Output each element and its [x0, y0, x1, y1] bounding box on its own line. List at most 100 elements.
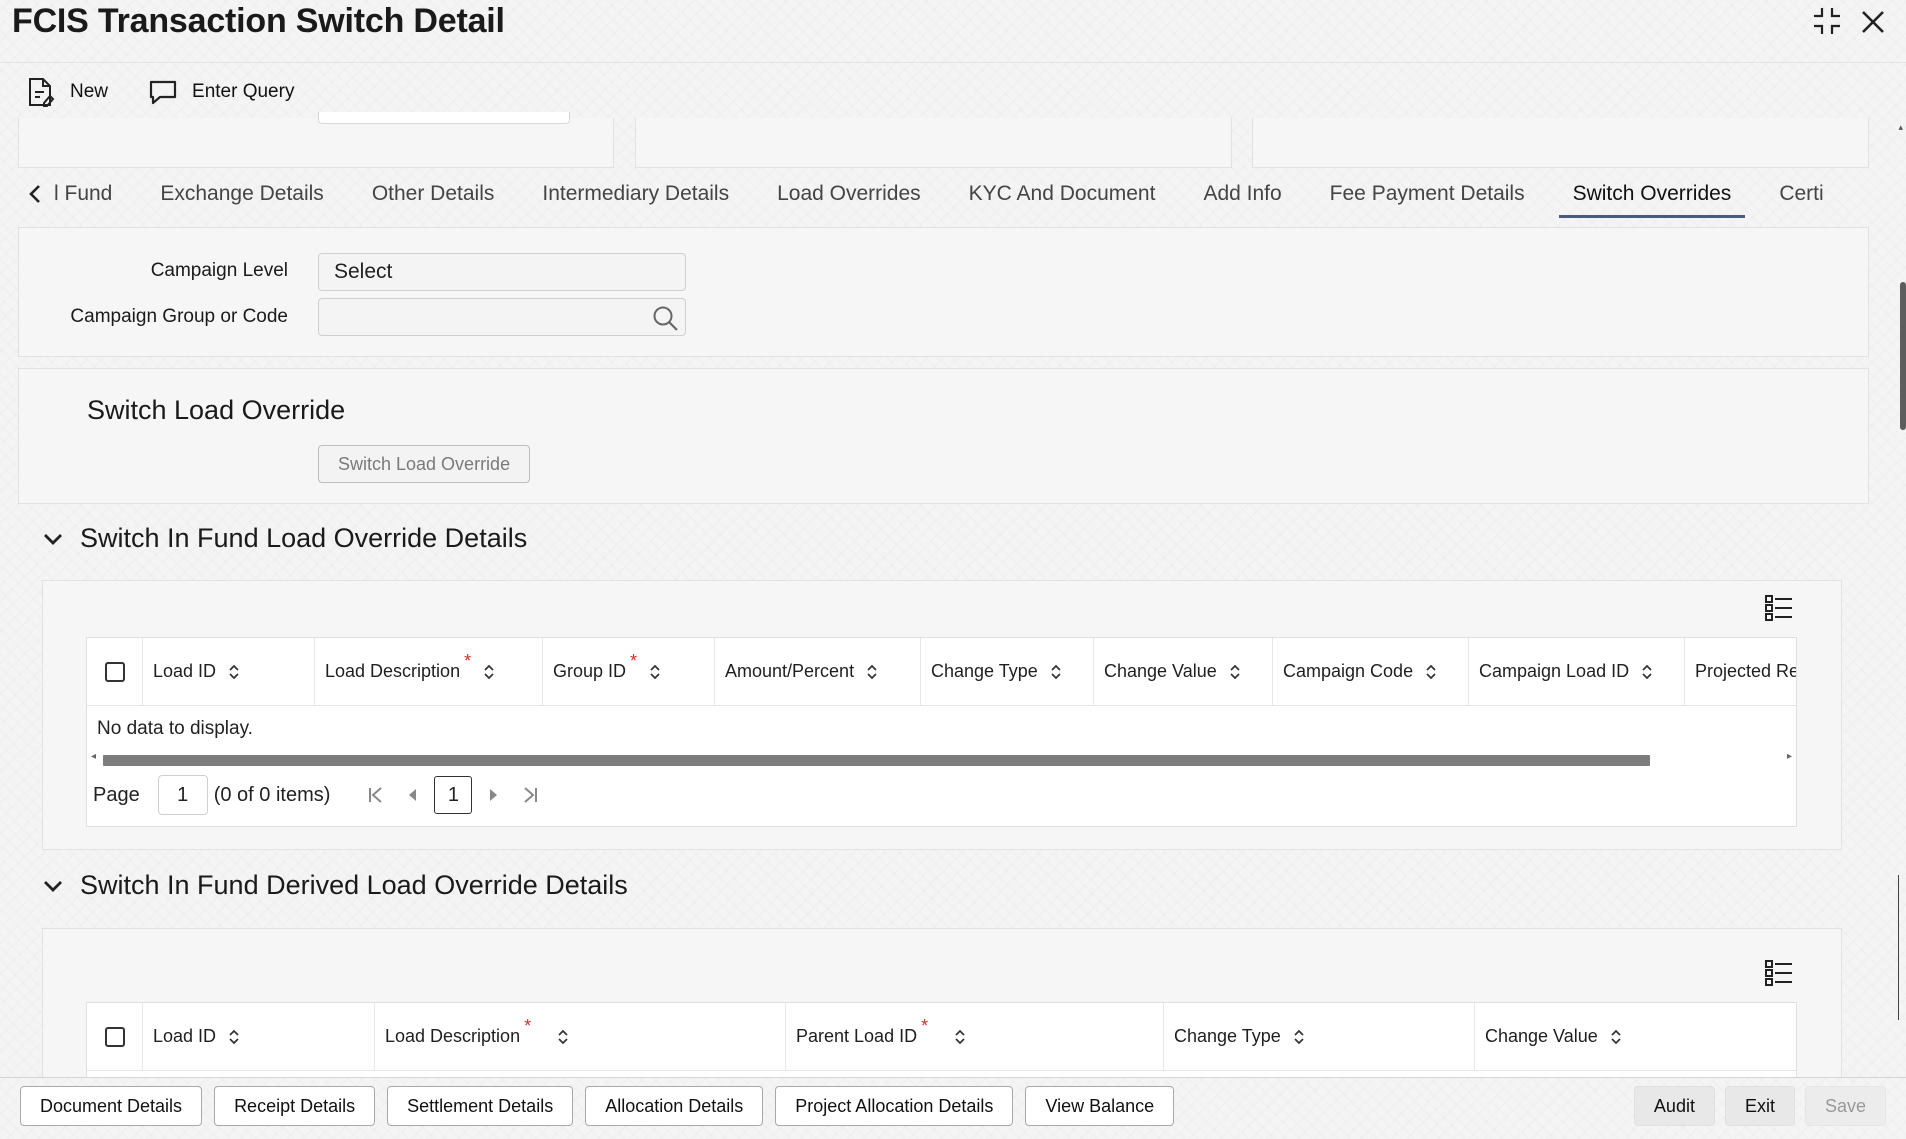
- footer-bar: Document Details Receipt Details Settlem…: [20, 1085, 1886, 1127]
- vertical-scroll-track: [1898, 875, 1899, 1020]
- audit-button[interactable]: Audit: [1633, 1086, 1715, 1126]
- sort-icon: [228, 1028, 240, 1046]
- horizontal-scroll-thumb[interactable]: [103, 755, 1650, 766]
- tab-exchange-details[interactable]: Exchange Details: [136, 170, 347, 218]
- items-count: (0 of 0 items): [213, 783, 331, 806]
- switch-load-override-title: Switch Load Override: [87, 395, 346, 425]
- load-override-table-header: Load ID Load Description * Group ID * Amou…: [87, 638, 1796, 706]
- column-header[interactable]: Change Value: [1475, 1003, 1796, 1070]
- column-header[interactable]: Change Type: [921, 638, 1094, 705]
- column-header[interactable]: Change Value: [1094, 638, 1273, 705]
- load-override-section-title: Switch In Fund Load Override Details: [80, 523, 528, 553]
- view-balance-button[interactable]: View Balance: [1025, 1086, 1175, 1126]
- sort-icon: [1229, 663, 1241, 681]
- scroll-left-icon[interactable]: ◂: [91, 751, 96, 762]
- campaign-group-label: Campaign Group or Code: [70, 306, 288, 327]
- sort-icon: [1293, 1028, 1305, 1046]
- sort-icon: [1641, 663, 1653, 681]
- tab-other-details[interactable]: Other Details: [348, 170, 519, 218]
- select-all-column: [87, 638, 143, 705]
- new-document-icon: [29, 78, 55, 107]
- save-button[interactable]: Save: [1804, 1086, 1886, 1126]
- column-header[interactable]: Load Description *: [375, 1003, 786, 1070]
- toolbar: New Enter Query: [26, 76, 294, 108]
- switch-load-override-button[interactable]: Switch Load Override: [318, 445, 531, 483]
- tab-strip: l Fund Exchange Details Other Details In…: [20, 170, 1876, 218]
- column-header[interactable]: Load ID: [143, 1003, 375, 1070]
- first-page-icon[interactable]: [366, 785, 386, 805]
- derived-section-title: Switch In Fund Derived Load Override Det…: [80, 870, 628, 900]
- column-list-icon[interactable]: [1764, 959, 1794, 987]
- select-all-column: [87, 1003, 143, 1070]
- column-header[interactable]: Campaign Code: [1273, 638, 1469, 705]
- close-icon[interactable]: [1860, 6, 1886, 41]
- column-header[interactable]: Parent Load ID *: [786, 1003, 1164, 1070]
- last-page-icon[interactable]: [520, 785, 540, 805]
- tab-load-overrides[interactable]: Load Overrides: [753, 170, 945, 218]
- load-override-table: Load ID Load Description * Group ID * Amou…: [86, 637, 1797, 827]
- sort-icon: [483, 663, 495, 681]
- derived-table: Load ID Load Description * Parent Load ID…: [86, 1002, 1797, 1077]
- tab-certificate[interactable]: Certi: [1755, 170, 1847, 218]
- derived-table-header: Load ID Load Description * Parent Load ID…: [87, 1003, 1796, 1071]
- page-number-input[interactable]: 1: [157, 775, 208, 815]
- exit-button[interactable]: Exit: [1724, 1086, 1795, 1126]
- column-header[interactable]: Projected Re: [1685, 638, 1796, 705]
- sort-icon: [866, 663, 878, 681]
- restore-icon[interactable]: [1812, 6, 1842, 41]
- campaign-level-value: Select: [334, 260, 393, 283]
- select-all-checkbox[interactable]: [104, 1026, 125, 1047]
- enter-query-button[interactable]: Enter Query: [148, 78, 294, 106]
- allocation-details-button[interactable]: Allocation Details: [585, 1086, 764, 1126]
- load-override-section-header: Switch In Fund Load Override Details: [42, 523, 527, 554]
- new-button[interactable]: New: [26, 76, 108, 108]
- next-page-icon[interactable]: [488, 787, 500, 803]
- required-indicator: *: [524, 1016, 532, 1036]
- campaign-level-label: Campaign Level: [150, 260, 288, 281]
- tab-fund[interactable]: l Fund: [50, 170, 136, 218]
- column-header[interactable]: Group ID *: [543, 638, 715, 705]
- chevron-down-icon[interactable]: [42, 531, 64, 547]
- project-allocation-details-button[interactable]: Project Allocation Details: [775, 1086, 1014, 1126]
- required-indicator: *: [921, 1016, 929, 1036]
- column-header[interactable]: Amount/Percent: [715, 638, 921, 705]
- search-icon[interactable]: [651, 304, 679, 332]
- campaign-level-select[interactable]: Select: [318, 253, 686, 291]
- footer-divider: [0, 1077, 1906, 1078]
- tab-fee-payment-details[interactable]: Fee Payment Details: [1306, 170, 1549, 218]
- horizontal-scrollbar[interactable]: ◂ ▸: [87, 751, 1796, 766]
- current-page-button[interactable]: 1: [434, 776, 473, 814]
- receipt-details-button[interactable]: Receipt Details: [214, 1086, 376, 1126]
- column-header[interactable]: Load Description *: [315, 638, 543, 705]
- settlement-details-button[interactable]: Settlement Details: [387, 1086, 574, 1126]
- campaign-group-input[interactable]: [318, 298, 686, 336]
- previous-page-icon[interactable]: [406, 787, 418, 803]
- required-indicator: *: [630, 651, 638, 671]
- campaign-panel: [18, 227, 1869, 357]
- column-header[interactable]: Change Type: [1164, 1003, 1475, 1070]
- page-label: Page: [93, 783, 140, 806]
- scroll-right-icon[interactable]: ▸: [1787, 751, 1792, 762]
- select-all-checkbox[interactable]: [104, 661, 125, 682]
- header-panel-right: [1252, 118, 1869, 168]
- tab-switch-overrides[interactable]: Switch Overrides: [1549, 170, 1756, 218]
- vertical-scroll-thumb[interactable]: [1900, 282, 1906, 430]
- tab-intermediary-details[interactable]: Intermediary Details: [518, 170, 753, 218]
- chat-query-icon: [149, 80, 177, 105]
- no-data-message: No data to display.: [97, 718, 253, 739]
- column-list-icon[interactable]: [1764, 594, 1794, 622]
- column-header[interactable]: Load ID: [143, 638, 315, 705]
- header-field-remnant: [318, 112, 570, 124]
- tab-add-info[interactable]: Add Info: [1179, 170, 1305, 218]
- scroll-up-icon[interactable]: ▴: [1898, 122, 1903, 133]
- tab-kyc-and-document[interactable]: KYC And Document: [945, 170, 1180, 218]
- sort-icon: [557, 1028, 569, 1046]
- required-indicator: *: [464, 651, 472, 671]
- chevron-down-icon[interactable]: [42, 878, 64, 894]
- document-details-button[interactable]: Document Details: [20, 1086, 203, 1126]
- derived-section-header: Switch In Fund Derived Load Override Det…: [42, 870, 628, 901]
- sort-icon: [1050, 663, 1062, 681]
- column-header[interactable]: Campaign Load ID: [1469, 638, 1685, 705]
- tab-scroll-left-icon[interactable]: [20, 174, 50, 214]
- window-title: FCIS Transaction Switch Detail: [12, 2, 505, 40]
